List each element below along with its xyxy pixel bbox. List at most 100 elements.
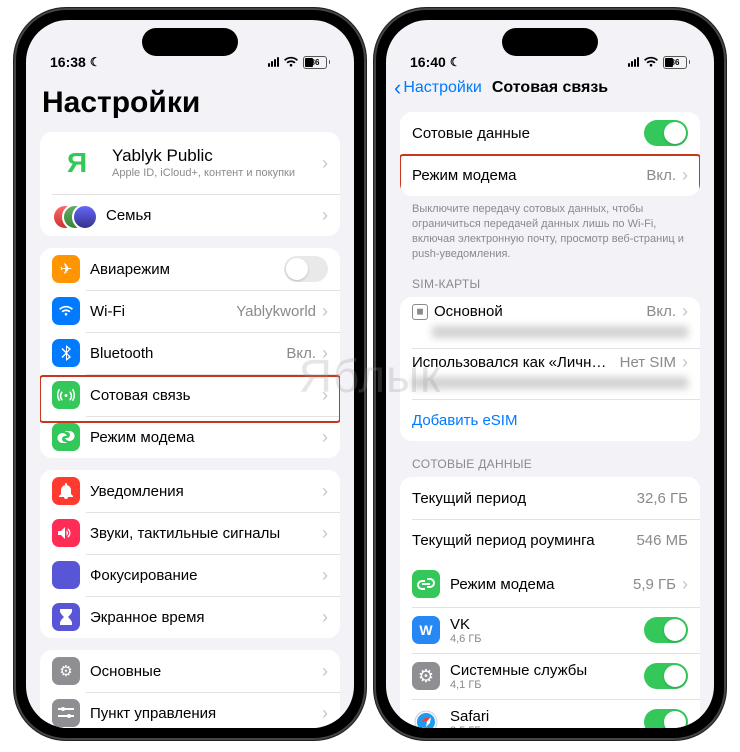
- control-center-row[interactable]: Пункт управления ›: [40, 692, 340, 728]
- current-period-row[interactable]: Текущий период 32,6 ГБ: [400, 477, 700, 519]
- data-section-header: СОТОВЫЕ ДАННЫЕ: [386, 441, 714, 475]
- add-esim-label: Добавить eSIM: [412, 412, 688, 429]
- app-data-switch[interactable]: [644, 663, 688, 689]
- cellular-data-row[interactable]: Сотовые данные: [400, 112, 700, 154]
- chevron-right-icon: ›: [322, 343, 328, 364]
- wifi-icon: [283, 56, 299, 68]
- chevron-right-icon: ›: [322, 523, 328, 544]
- hotspot-row[interactable]: Режим модема Вкл. ›: [400, 154, 700, 196]
- hotspot-value: Вкл.: [646, 167, 676, 184]
- chevron-right-icon: ›: [682, 165, 688, 186]
- chevron-right-icon: ›: [682, 352, 688, 373]
- app-usage-row[interactable]: ⚙Системные службы4,1 ГБ: [400, 653, 700, 699]
- wifi-icon: [643, 56, 659, 68]
- roaming-period-label: Текущий период роуминга: [412, 532, 630, 549]
- app-name: Режим модема5,9 ГБ: [450, 576, 627, 593]
- sim-blurred-detail: [432, 326, 688, 338]
- phone-left: 16:38 ☾ 36 Настройки Я: [14, 8, 366, 740]
- app-data-switch[interactable]: [644, 709, 688, 728]
- current-period-value: 32,6 ГБ: [637, 490, 688, 507]
- cellular-label: Сотовая связь: [90, 387, 316, 404]
- app-icon: [412, 570, 440, 598]
- cellular-data-switch[interactable]: [644, 120, 688, 146]
- control-center-label: Пункт управления: [90, 705, 316, 722]
- hotspot-icon: [52, 423, 80, 451]
- focus-row[interactable]: Фокусирование ›: [40, 554, 340, 596]
- app-data-switch[interactable]: [644, 617, 688, 643]
- cellular-note: Выключите передачу сотовых данных, чтобы…: [386, 196, 714, 261]
- airplane-icon: ✈︎: [52, 255, 80, 283]
- notifications-row[interactable]: Уведомления ›: [40, 470, 340, 512]
- cellular-data-label: Сотовые данные: [412, 125, 644, 142]
- speaker-icon: [52, 519, 80, 547]
- gear-icon: ⚙: [52, 657, 80, 685]
- chevron-right-icon: ›: [322, 607, 328, 628]
- sounds-row[interactable]: Звуки, тактильные сигналы ›: [40, 512, 340, 554]
- sliders-icon: [52, 699, 80, 727]
- app-size: 4,1 ГБ: [450, 679, 644, 691]
- cellular-icon: [52, 381, 80, 409]
- focus-label: Фокусирование: [90, 567, 316, 584]
- moon-icon: [52, 561, 80, 589]
- dnd-moon-icon: ☾: [450, 55, 461, 69]
- current-period-label: Текущий период: [412, 490, 631, 507]
- app-name: VK4,6 ГБ: [450, 616, 644, 645]
- app-icon: ⚙: [412, 662, 440, 690]
- notifications-label: Уведомления: [90, 483, 316, 500]
- wifi-value: Yablykworld: [236, 303, 316, 320]
- app-usage-row[interactable]: Режим модема5,9 ГБ5,9 ГБ›: [400, 561, 700, 607]
- cellular-row[interactable]: Сотовая связь ›: [40, 374, 340, 416]
- sim-primary-label: Основной: [434, 303, 640, 320]
- profile-avatar: Я: [52, 138, 102, 188]
- wifi-icon: [52, 297, 80, 325]
- sim-blurred-detail: [412, 377, 688, 389]
- sim-primary-row[interactable]: ◼︎ Основной Вкл. ›: [400, 297, 700, 348]
- chevron-right-icon: ›: [322, 703, 328, 724]
- sim-badge-icon: ◼︎: [412, 304, 428, 320]
- cellular-signal-icon: [628, 57, 639, 67]
- sim-personal-label: Использовался как «Личный»: [412, 354, 614, 371]
- bluetooth-row[interactable]: Bluetooth Вкл. ›: [40, 332, 340, 374]
- page-title: Настройки: [26, 68, 354, 128]
- family-row[interactable]: Семья ›: [40, 194, 340, 236]
- screentime-row[interactable]: Экранное время ›: [40, 596, 340, 638]
- roaming-period-row[interactable]: Текущий период роуминга 546 МБ: [400, 519, 700, 561]
- bell-icon: [52, 477, 80, 505]
- wifi-row[interactable]: Wi-Fi Yablykworld ›: [40, 290, 340, 332]
- app-usage-row[interactable]: W VK4,6 ГБ: [400, 607, 700, 653]
- nav-title: Сотовая связь: [386, 79, 714, 97]
- app-name: Safari3,5 ГБ: [450, 708, 644, 728]
- phone-right: 16:40 ☾ 36 ‹ Настройки: [374, 8, 726, 740]
- hotspot-label: Режим модема: [90, 429, 316, 446]
- hotspot-label: Режим модема: [412, 167, 640, 184]
- chevron-right-icon: ›: [682, 301, 688, 322]
- app-size: 3,5 ГБ: [450, 725, 644, 728]
- airplane-row[interactable]: ✈︎ Авиарежим: [40, 248, 340, 290]
- profile-row[interactable]: Я Yablyk Public Apple ID, iCloud+, конте…: [40, 132, 340, 194]
- profile-sub: Apple ID, iCloud+, контент и покупки: [112, 167, 316, 180]
- family-avatars: [52, 201, 96, 229]
- add-esim-row[interactable]: Добавить eSIM: [400, 399, 700, 441]
- dynamic-island: [142, 28, 238, 56]
- general-label: Основные: [90, 663, 316, 680]
- bluetooth-value: Вкл.: [286, 345, 316, 362]
- sim-personal-value: Нет SIM: [620, 354, 676, 371]
- sim-primary-value: Вкл.: [646, 303, 676, 320]
- app-usage-row[interactable]: Safari3,5 ГБ: [400, 699, 700, 728]
- roaming-period-value: 546 МБ: [636, 532, 688, 549]
- app-icon: [412, 708, 440, 728]
- chevron-right-icon: ›: [682, 574, 688, 595]
- hotspot-row[interactable]: Режим модема ›: [40, 416, 340, 458]
- dnd-moon-icon: ☾: [90, 55, 101, 69]
- general-row[interactable]: ⚙ Основные ›: [40, 650, 340, 692]
- chevron-right-icon: ›: [322, 427, 328, 448]
- airplane-switch[interactable]: [284, 256, 328, 282]
- bluetooth-label: Bluetooth: [90, 345, 280, 362]
- hourglass-icon: [52, 603, 80, 631]
- chevron-right-icon: ›: [322, 153, 328, 174]
- chevron-right-icon: ›: [322, 661, 328, 682]
- chevron-right-icon: ›: [322, 385, 328, 406]
- chevron-right-icon: ›: [322, 205, 328, 226]
- sim-personal-row[interactable]: Использовался как «Личный» Нет SIM ›: [400, 348, 700, 399]
- app-icon: W: [412, 616, 440, 644]
